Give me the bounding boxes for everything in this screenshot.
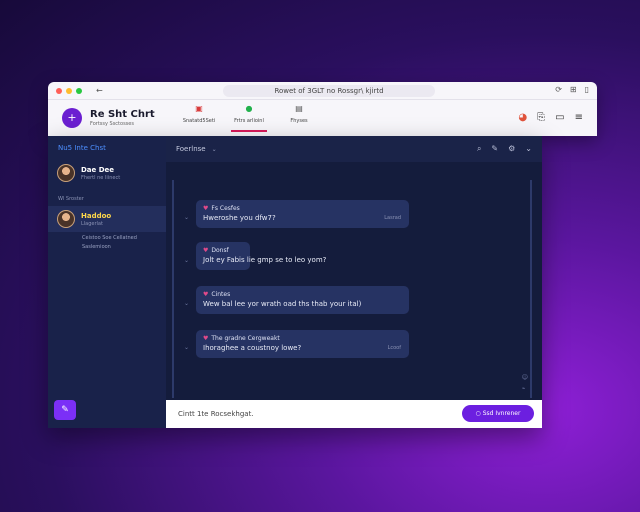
new-chat-icon[interactable]: ✎ (54, 400, 76, 420)
emoji-icon: ♥ (203, 205, 209, 212)
chat-message[interactable]: ♥ Cintes Wew bal lee yor wrath oad ths th… (196, 286, 409, 314)
chat-message[interactable]: ♥ Donsf Jolt ey Fabis lie gmp se to leo y… (196, 242, 327, 270)
message-sender: Fs Cesfes (211, 205, 240, 212)
browser-window: ← Rowet of 3GLT no Rossgr\ kjirtd ⟳ ⊞ ▯ … (48, 82, 597, 136)
extension-icon[interactable]: ⊞ (570, 85, 577, 94)
sidebar-header: Nu5 Inte Chst (58, 144, 106, 152)
tab-calendar[interactable]: ▣ Snatatd5Seti (183, 104, 215, 124)
arrow-left-icon[interactable]: ← (96, 86, 103, 95)
emoji-icon: ♥ (203, 247, 209, 254)
tab-chat[interactable]: ● Frtrs arlioinl (231, 104, 267, 132)
search-icon[interactable]: ⌕ (477, 144, 481, 154)
contact-status: Llagerlat (81, 220, 103, 227)
divider (172, 180, 174, 398)
clipboard-icon[interactable]: ⎘ (537, 112, 545, 123)
minimize-window-button[interactable] (66, 87, 72, 94)
address-bar[interactable]: Rowet of 3GLT no Rossgr\ kjirtd (223, 85, 435, 97)
sidebar: Nu5 Inte Chst Dae Dee Fhertl ne Iiinect … (48, 136, 166, 428)
message-input[interactable]: Cintt 1te Rocsekhgat. (178, 410, 254, 418)
tab-files-label: Fhyses (290, 118, 308, 124)
message-composer[interactable]: Cintt 1te Rocsekhgat. ○ Ssd Ivnrener (166, 400, 542, 428)
message-text: Wew bal lee yor wrath oad ths thab your … (203, 300, 362, 308)
send-button-label: Ssd Ivnrener (482, 410, 521, 417)
contact-status: Fhertl ne Iiinect (81, 174, 121, 181)
chevron-down-icon[interactable]: ⌄ (184, 344, 189, 351)
sidebar-section-label: Wl Sroster (58, 196, 84, 202)
app-title: Re Sht Chrt (90, 109, 155, 120)
calendar-icon: ▣ (195, 104, 203, 113)
message-sender: Cintes (211, 291, 231, 298)
app-logo-icon[interactable]: + (62, 108, 82, 128)
menu-icon[interactable]: ≡ (575, 112, 583, 123)
avatar (57, 210, 75, 228)
emoji-icon: ♥ (203, 291, 209, 298)
document-icon: ▤ (295, 104, 303, 113)
browser-titlebar: ← Rowet of 3GLT no Rossgr\ kjirtd ⟳ ⊞ ▯ (48, 82, 597, 100)
message-text: Hweroshe you dfw7? (203, 214, 276, 222)
message-sender: Donsf (211, 247, 229, 254)
app-subtitle: Fortssy Ssctosses (90, 121, 134, 127)
chevron-down-icon[interactable]: ⌄ (184, 214, 189, 221)
refresh-icon[interactable]: ⟳ (555, 85, 562, 94)
nav-tabs: ▣ Snatatd5Seti ● Frtrs arlioinl ▤ Fhyses (183, 104, 315, 132)
sidebar-contact-selected[interactable]: Haddoo Llagerlat (48, 206, 166, 232)
chat-bubble-icon: ● (245, 104, 253, 113)
tab-files[interactable]: ▤ Fhyses (283, 104, 315, 124)
settings-icon[interactable]: ⚙ (508, 144, 515, 154)
scrollbar[interactable] (530, 180, 532, 398)
edit-icon[interactable]: ✎ (491, 144, 498, 154)
chat-message[interactable]: ♥ The gradne Cergweakt Ihoraghee a coustn… (196, 330, 409, 358)
chevron-down-icon[interactable]: ⌄ (184, 300, 189, 307)
send-button[interactable]: ○ Ssd Ivnrener (462, 405, 534, 422)
sidebar-subitem[interactable]: Ceistoo Soe Cellatned (48, 235, 166, 241)
contact-name: Dae Dee (81, 165, 115, 174)
message-time: Lcoof (387, 345, 401, 351)
color-palette-icon[interactable]: ◕ (518, 112, 527, 123)
message-text: Jolt ey Fabis lie gmp se to leo yom? (203, 256, 327, 264)
channel-name[interactable]: Foerlnse (176, 145, 206, 153)
send-icon: ○ (475, 410, 483, 417)
tablet-icon[interactable]: ▭ (555, 112, 564, 123)
maximize-window-button[interactable] (76, 87, 82, 94)
chat-app: Nu5 Inte Chst Dae Dee Fhertl ne Iiinect … (48, 136, 542, 428)
message-sender: The gradne Cergweakt (211, 335, 280, 342)
tab-chat-label: Frtrs arlioinl (234, 118, 264, 124)
sidebar-contact[interactable]: Dae Dee Fhertl ne Iiinect (48, 160, 166, 186)
chevron-down-icon[interactable]: ⌄ (212, 146, 217, 153)
attachment-icon[interactable]: ⌁ (522, 385, 528, 392)
avatar (57, 164, 75, 182)
chevron-down-icon[interactable]: ⌄ (184, 257, 189, 264)
sidebar-toggle-icon[interactable]: ▯ (585, 85, 589, 94)
chevron-down-icon[interactable]: ⌄ (525, 144, 532, 154)
emoji-icon[interactable]: ☺ (522, 374, 528, 381)
tab-calendar-label: Snatatd5Seti (182, 118, 216, 124)
chat-main: Foerlnse ⌄ ⌕ ✎ ⚙ ⌄ ⌄ ♥ Fs Cesfes Hweroshe… (166, 136, 542, 428)
message-text: Ihoraghee a coustnoy lowe? (203, 344, 302, 352)
chat-message[interactable]: ♥ Fs Cesfes Hweroshe you dfw7? Lasrad (196, 200, 409, 228)
contact-name: Haddoo (81, 211, 112, 220)
app-header: + Re Sht Chrt Fortssy Ssctosses ▣ Snatat… (48, 100, 597, 136)
close-window-button[interactable] (56, 87, 62, 94)
sidebar-subitem[interactable]: Saslemioon (48, 244, 166, 250)
channel-header: Foerlnse ⌄ ⌕ ✎ ⚙ ⌄ (166, 136, 542, 162)
emoji-icon: ♥ (203, 335, 209, 342)
message-time: Lasrad (384, 215, 401, 221)
